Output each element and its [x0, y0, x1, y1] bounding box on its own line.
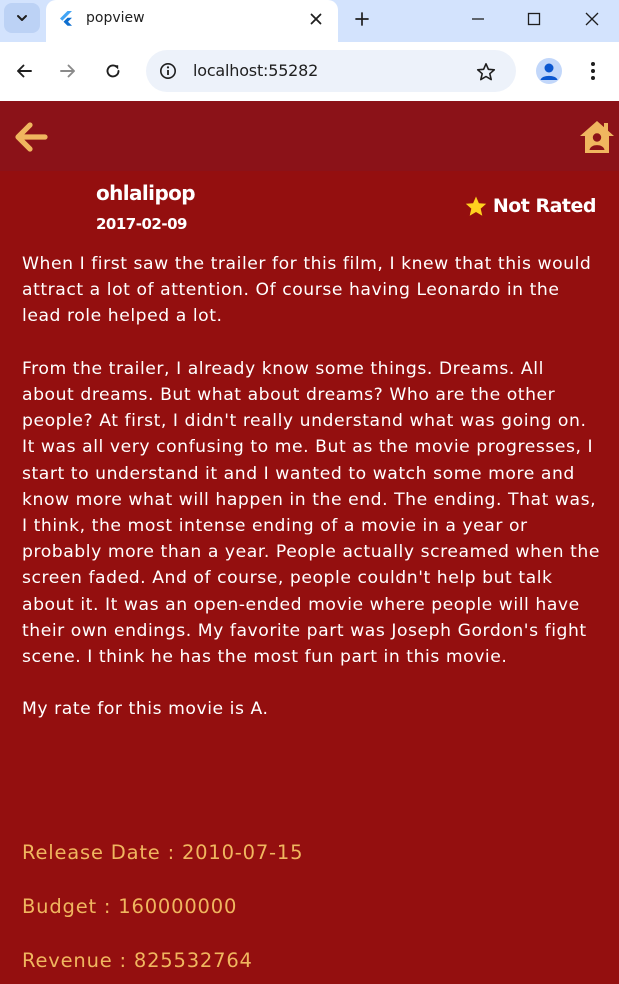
- browser-tab[interactable]: popview: [46, 0, 338, 42]
- person-icon: [540, 63, 558, 80]
- review-paragraph: My rate for this movie is A.: [22, 699, 269, 720]
- arrow-right-icon: [60, 64, 75, 78]
- browser-tabstrip: popview: [0, 0, 619, 42]
- reload-icon: [106, 64, 120, 78]
- chevron-down-icon: [17, 15, 27, 21]
- app-home-button[interactable]: [578, 119, 616, 155]
- minimize-button[interactable]: [465, 6, 491, 32]
- flutter-icon: [60, 11, 72, 26]
- arrow-left-icon: [15, 122, 48, 152]
- app-bar: [0, 101, 619, 171]
- app-back-button[interactable]: [12, 119, 50, 155]
- browser-toolbar: localhost:55282: [0, 42, 619, 101]
- review-author: ohlalipop: [96, 181, 196, 205]
- arrow-left-icon: [17, 64, 32, 78]
- star-icon: [465, 196, 487, 216]
- review-date: 2017-02-09: [96, 215, 187, 233]
- rating-label: Not Rated: [492, 195, 597, 217]
- bookmark-button[interactable]: [474, 60, 498, 84]
- address-bar[interactable]: localhost:55282: [146, 50, 516, 92]
- plus-icon: [355, 12, 369, 26]
- close-icon: [310, 13, 322, 25]
- tab-close-button[interactable]: [306, 9, 326, 29]
- maximize-button[interactable]: [521, 6, 547, 32]
- app-page: ohlalipop 2017-02-09 Not Rated When I fi…: [0, 101, 619, 984]
- browser-menu-button[interactable]: [582, 58, 604, 84]
- reload-button[interactable]: [100, 58, 126, 84]
- profile-button[interactable]: [536, 58, 562, 84]
- new-tab-button[interactable]: [350, 7, 374, 31]
- window-close-button[interactable]: [579, 6, 605, 32]
- review-rating: Not Rated: [465, 195, 597, 217]
- home-person-icon: [580, 121, 614, 153]
- back-button[interactable]: [11, 58, 37, 84]
- close-icon: [585, 12, 599, 26]
- review-text: When I first saw the trailer for this fi…: [22, 251, 602, 749]
- maximize-icon: [527, 12, 541, 26]
- budget: Budget : 160000000: [22, 895, 238, 918]
- minimize-icon: [472, 18, 484, 20]
- review-paragraph: From the trailer, I already know some th…: [22, 358, 600, 668]
- info-icon: [160, 63, 176, 79]
- url-text[interactable]: localhost:55282: [193, 61, 318, 80]
- review-paragraph: When I first saw the trailer for this fi…: [22, 254, 592, 327]
- release-date: Release Date : 2010-07-15: [22, 841, 304, 864]
- tab-search-button[interactable]: [4, 3, 40, 33]
- star-outline-icon: [476, 63, 496, 81]
- site-info-button[interactable]: [158, 61, 178, 81]
- tab-title: popview: [86, 10, 145, 26]
- revenue: Revenue : 825532764: [22, 949, 253, 972]
- forward-button[interactable]: [55, 58, 81, 84]
- kebab-menu-icon: [591, 62, 595, 80]
